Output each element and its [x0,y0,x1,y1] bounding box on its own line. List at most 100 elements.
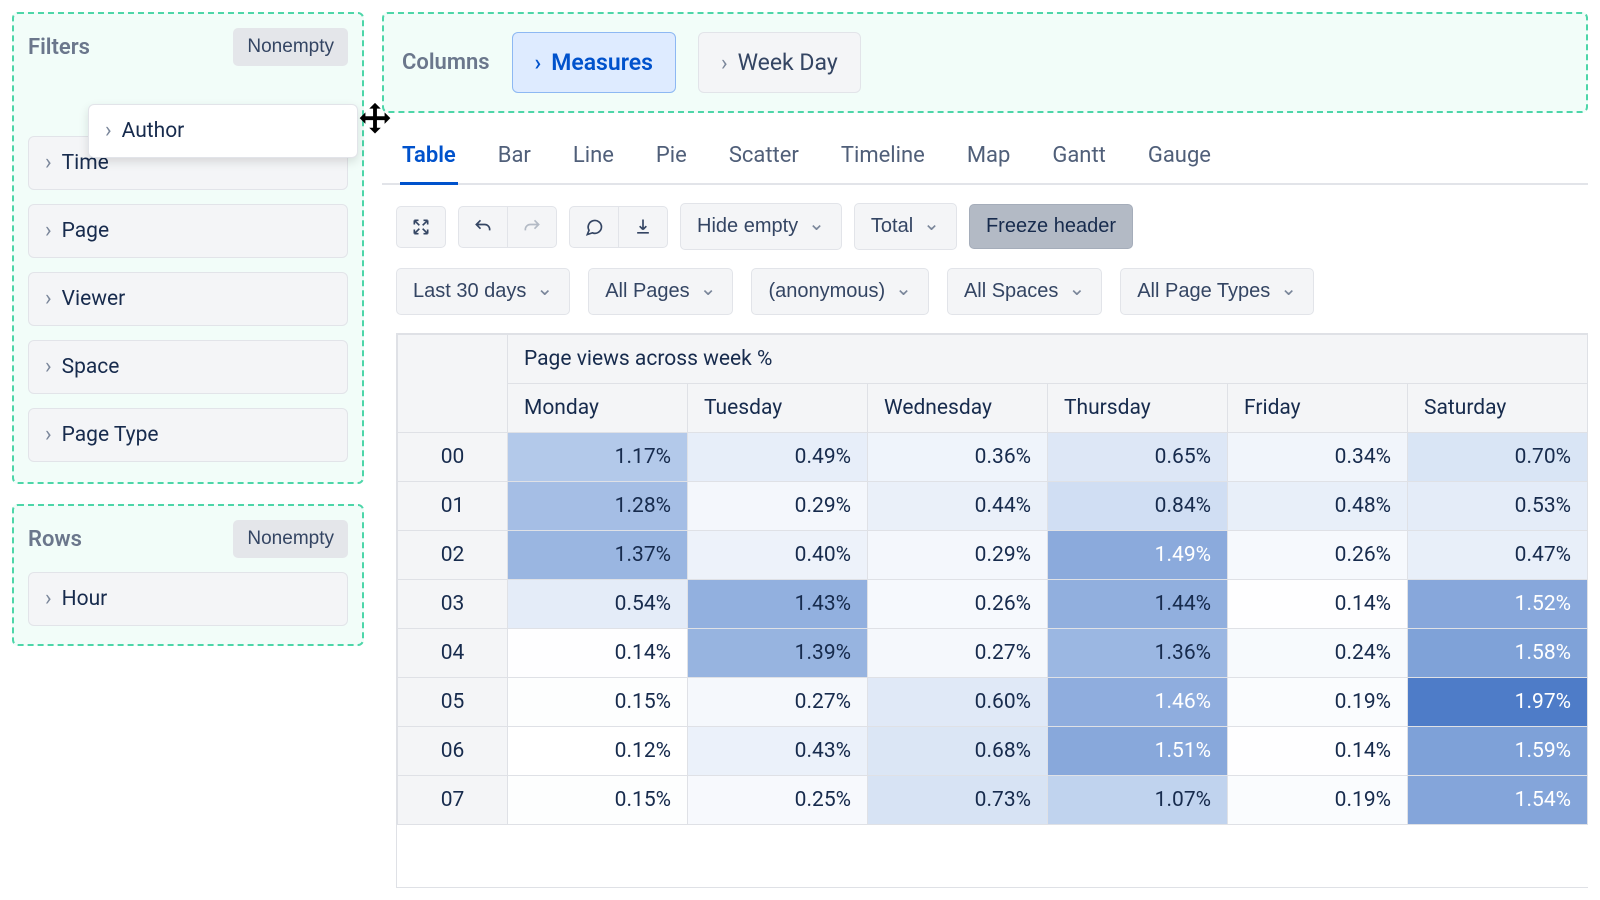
row-header-03[interactable]: 03 [398,580,508,629]
cell[interactable]: 0.24% [1228,629,1408,678]
column-header-tuesday[interactable]: Tuesday [688,384,868,433]
column-header-monday[interactable]: Monday [508,384,688,433]
filters-nonempty-button[interactable]: Nonempty [233,28,348,66]
cell[interactable]: 1.28% [508,482,688,531]
table-measure-header[interactable]: Page views across week % [508,335,1588,384]
column-header-thursday[interactable]: Thursday [1048,384,1228,433]
cell[interactable]: 1.46% [1048,678,1228,727]
cell[interactable]: 0.29% [868,531,1048,580]
row-header-05[interactable]: 05 [398,678,508,727]
column-header-friday[interactable]: Friday [1228,384,1408,433]
redo-button[interactable] [507,206,557,248]
filter-item-page-type[interactable]: Page Type [28,408,348,462]
row-item-hour[interactable]: Hour [28,572,348,626]
cell[interactable]: 0.14% [508,629,688,678]
cell[interactable]: 1.59% [1408,727,1588,776]
cell[interactable]: 0.65% [1048,433,1228,482]
row-header-07[interactable]: 07 [398,776,508,825]
cell[interactable]: 0.53% [1408,482,1588,531]
quick-filter--anonymous-[interactable]: (anonymous) [751,268,928,315]
row-header-01[interactable]: 01 [398,482,508,531]
cell[interactable]: 0.70% [1408,433,1588,482]
cell[interactable]: 1.97% [1408,678,1588,727]
filter-item-space[interactable]: Space [28,340,348,394]
cell[interactable]: 0.43% [688,727,868,776]
cell[interactable]: 0.27% [688,678,868,727]
cell[interactable]: 1.44% [1048,580,1228,629]
data-table: Page views across week %MondayTuesdayWed… [397,334,1588,825]
cell[interactable]: 1.54% [1408,776,1588,825]
cell[interactable]: 1.37% [508,531,688,580]
chevron-down-icon [808,214,825,239]
cell[interactable]: 0.27% [868,629,1048,678]
cell[interactable]: 0.49% [688,433,868,482]
hide-empty-label: Hide empty [697,215,798,238]
cell[interactable]: 0.14% [1228,580,1408,629]
cell[interactable]: 0.19% [1228,678,1408,727]
filter-item-viewer[interactable]: Viewer [28,272,348,326]
filter-item-author-dragging[interactable]: Author [88,104,358,158]
row-header-06[interactable]: 06 [398,727,508,776]
cell[interactable]: 0.14% [1228,727,1408,776]
cell[interactable]: 0.26% [868,580,1048,629]
quick-filter-all-page-types[interactable]: All Page Types [1120,268,1314,315]
column-chip-week-day[interactable]: Week Day [698,32,861,93]
undo-button[interactable] [458,206,508,248]
row-header-02[interactable]: 02 [398,531,508,580]
cell[interactable]: 1.49% [1048,531,1228,580]
column-header-wednesday[interactable]: Wednesday [868,384,1048,433]
cell[interactable]: 0.15% [508,776,688,825]
cell[interactable]: 1.07% [1048,776,1228,825]
tab-gauge[interactable]: Gauge [1146,135,1213,185]
cell[interactable]: 1.43% [688,580,868,629]
quick-filter-label: All Page Types [1137,280,1270,303]
total-select[interactable]: Total [854,203,957,250]
cell[interactable]: 0.40% [688,531,868,580]
tab-gantt[interactable]: Gantt [1050,135,1108,185]
tab-timeline[interactable]: Timeline [839,135,927,185]
column-chip-measures[interactable]: Measures [512,32,676,93]
row-header-00[interactable]: 00 [398,433,508,482]
tab-scatter[interactable]: Scatter [727,135,801,185]
column-header-saturday[interactable]: Saturday [1408,384,1588,433]
cell[interactable]: 0.48% [1228,482,1408,531]
cell[interactable]: 1.36% [1048,629,1228,678]
cell[interactable]: 1.39% [688,629,868,678]
quick-filter-all-pages[interactable]: All Pages [588,268,733,315]
tab-bar[interactable]: Bar [496,135,533,185]
cell[interactable]: 0.34% [1228,433,1408,482]
filter-item-page[interactable]: Page [28,204,348,258]
cell[interactable]: 0.60% [868,678,1048,727]
cell[interactable]: 0.84% [1048,482,1228,531]
data-table-container: Page views across week %MondayTuesdayWed… [396,333,1588,888]
quick-filter-all-spaces[interactable]: All Spaces [947,268,1102,315]
tab-line[interactable]: Line [571,135,616,185]
tab-pie[interactable]: Pie [654,135,689,185]
cell[interactable]: 1.51% [1048,727,1228,776]
tab-map[interactable]: Map [965,135,1013,185]
freeze-header-button[interactable]: Freeze header [969,204,1133,249]
hide-empty-select[interactable]: Hide empty [680,203,842,250]
cell[interactable]: 0.15% [508,678,688,727]
tab-table[interactable]: Table [400,135,458,185]
cell[interactable]: 0.73% [868,776,1048,825]
cell[interactable]: 0.36% [868,433,1048,482]
cell[interactable]: 1.58% [1408,629,1588,678]
cell[interactable]: 0.19% [1228,776,1408,825]
export-button[interactable] [618,206,668,248]
cell[interactable]: 0.25% [688,776,868,825]
cell[interactable]: 1.17% [508,433,688,482]
cell[interactable]: 0.68% [868,727,1048,776]
cell[interactable]: 0.26% [1228,531,1408,580]
cell[interactable]: 0.12% [508,727,688,776]
comment-button[interactable] [569,206,619,248]
expand-button[interactable] [396,206,446,248]
cell[interactable]: 0.44% [868,482,1048,531]
cell[interactable]: 1.52% [1408,580,1588,629]
row-header-04[interactable]: 04 [398,629,508,678]
cell[interactable]: 0.47% [1408,531,1588,580]
quick-filter-last-30-days[interactable]: Last 30 days [396,268,570,315]
cell[interactable]: 0.29% [688,482,868,531]
rows-nonempty-button[interactable]: Nonempty [233,520,348,558]
cell[interactable]: 0.54% [508,580,688,629]
